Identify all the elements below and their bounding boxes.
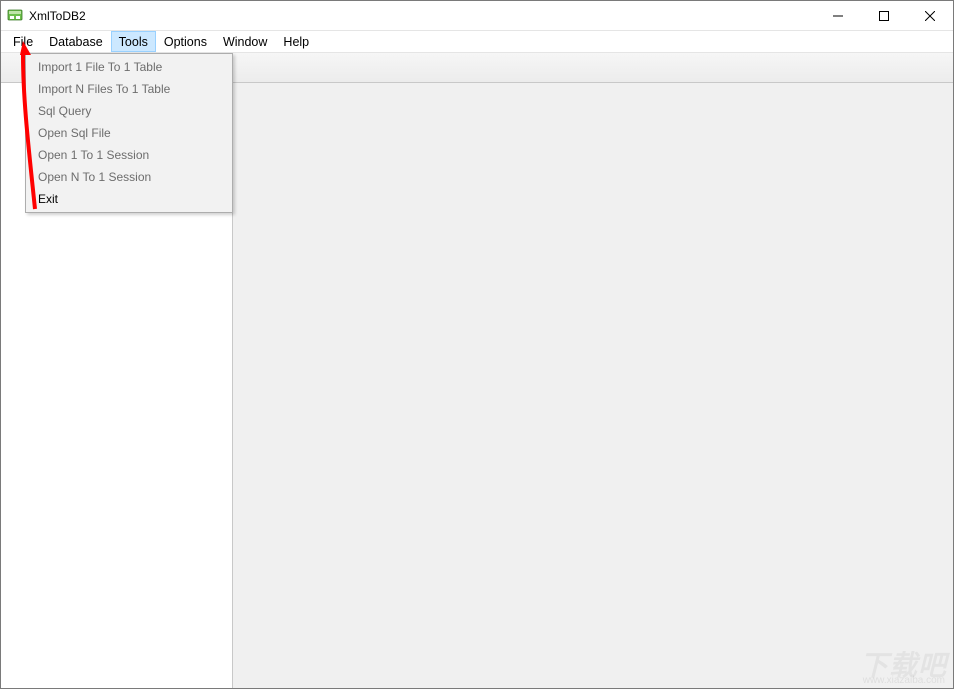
- menu-database[interactable]: Database: [41, 31, 111, 52]
- window-controls: [815, 1, 953, 30]
- minimize-button[interactable]: [815, 1, 861, 30]
- menu-item-open-1-to-1-session[interactable]: Open 1 To 1 Session: [28, 144, 230, 166]
- menu-item-open-sql-file[interactable]: Open Sql File: [28, 122, 230, 144]
- close-button[interactable]: [907, 1, 953, 30]
- app-window: XmlToDB2 File Database Tools Options Win…: [0, 0, 954, 689]
- app-icon: [7, 8, 23, 24]
- menu-tools[interactable]: Tools: [111, 31, 156, 52]
- menu-item-sql-query[interactable]: Sql Query: [28, 100, 230, 122]
- titlebar: XmlToDB2: [1, 1, 953, 31]
- menu-item-open-n-to-1-session[interactable]: Open N To 1 Session: [28, 166, 230, 188]
- menu-file[interactable]: File: [5, 31, 41, 52]
- file-dropdown: Import 1 File To 1 Table Import N Files …: [25, 53, 233, 213]
- right-pane: [233, 83, 953, 688]
- menu-item-import-n-files-to-1-table[interactable]: Import N Files To 1 Table: [28, 78, 230, 100]
- menu-window[interactable]: Window: [215, 31, 275, 52]
- menubar: File Database Tools Options Window Help: [1, 31, 953, 53]
- menu-item-import-1-file-to-1-table[interactable]: Import 1 File To 1 Table: [28, 56, 230, 78]
- menu-options[interactable]: Options: [156, 31, 215, 52]
- menu-help[interactable]: Help: [275, 31, 317, 52]
- maximize-button[interactable]: [861, 1, 907, 30]
- window-title: XmlToDB2: [29, 9, 86, 23]
- menu-item-exit[interactable]: Exit: [28, 188, 230, 210]
